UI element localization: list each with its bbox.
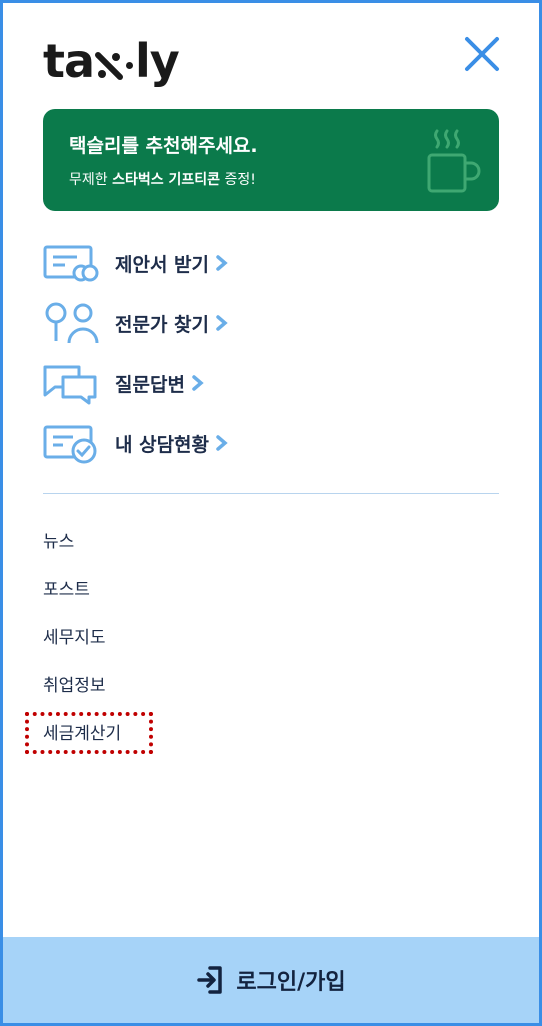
logo-text-right: ly	[135, 34, 180, 88]
login-signup-button[interactable]: 로그인/가입	[3, 937, 539, 1023]
highlight-box	[25, 712, 153, 754]
promo-sub-prefix: 무제한	[69, 172, 113, 188]
link-post[interactable]: 포스트	[43, 566, 343, 614]
proposal-icon	[43, 245, 99, 282]
link-news[interactable]: 뉴스	[43, 518, 343, 566]
promo-sub-bold: 스타벅스 기프티콘	[112, 172, 221, 188]
link-tax-calculator[interactable]: 세금계산기	[25, 710, 343, 758]
menu-item-proposal[interactable]: 제안서 받기	[43, 233, 499, 293]
consult-status-icon	[43, 425, 97, 464]
chevron-right-icon	[216, 435, 228, 451]
logo-text-left: ta	[43, 34, 95, 88]
chevron-right-icon	[216, 315, 228, 331]
menu-item-experts[interactable]: 전문가 찾기	[43, 293, 499, 353]
link-jobs[interactable]: 취업정보	[43, 662, 343, 710]
link-tax-guide[interactable]: 세무지도	[43, 614, 343, 662]
taxly-logo[interactable]: ta ly	[43, 33, 180, 89]
coffee-cup-icon	[427, 129, 481, 193]
referral-promo-banner[interactable]: 택슬리를 추천해주세요. 무제한 스타벅스 기프티콘 증정!	[43, 109, 499, 211]
menu-label-consult-status: 내 상담현황	[115, 433, 210, 456]
chevron-right-icon	[192, 375, 204, 391]
menu-header: ta ly	[3, 3, 539, 103]
menu-label-qna: 질문답변	[115, 373, 185, 396]
side-menu-panel: ta ly 택슬리를 추천해주세요. 무제한 스타벅스 기프티콘 증정! 제안서…	[0, 0, 542, 1026]
close-icon[interactable]	[463, 35, 501, 73]
menu-divider	[43, 493, 499, 494]
menu-label-experts: 전문가 찾기	[115, 313, 210, 336]
chat-bubbles-icon	[43, 365, 97, 405]
login-signup-label: 로그인/가입	[236, 970, 346, 995]
menu-item-qna[interactable]: 질문답변	[43, 353, 499, 413]
promo-subtitle: 무제한 스타벅스 기프티콘 증정!	[69, 169, 256, 189]
logo-dot	[126, 61, 134, 69]
experts-icon	[45, 302, 99, 344]
menu-label-proposal: 제안서 받기	[115, 253, 210, 276]
secondary-links: 뉴스 포스트 세무지도 취업정보 세금계산기	[25, 518, 343, 758]
chevron-right-icon	[216, 255, 228, 271]
promo-title: 택슬리를 추천해주세요.	[69, 135, 258, 157]
promo-sub-suffix: 증정!	[220, 172, 256, 188]
logo-x-mark	[95, 52, 124, 80]
login-icon	[197, 966, 223, 994]
menu-item-consult-status[interactable]: 내 상담현황	[43, 413, 499, 473]
main-menu: 제안서 받기 전문가 찾기 질문답변 내 상담현황	[43, 233, 499, 473]
